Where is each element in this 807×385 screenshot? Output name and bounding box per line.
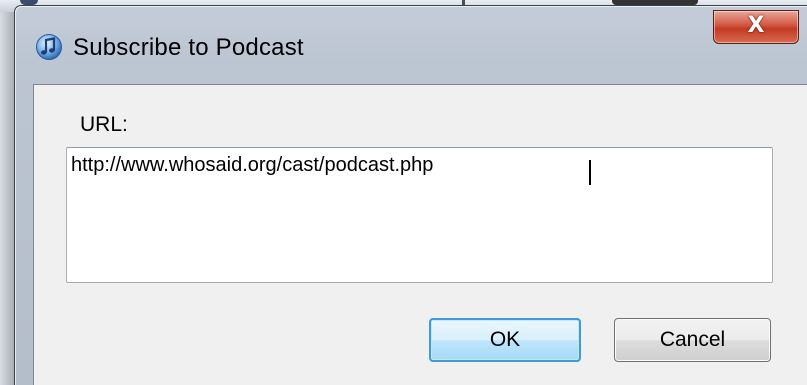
close-button[interactable]: X	[713, 10, 799, 44]
url-input[interactable]: http://www.whosaid.org/cast/podcast.php	[66, 147, 773, 283]
background-window-edge	[0, 12, 14, 385]
dialog-body: URL: http://www.whosaid.org/cast/podcast…	[33, 84, 807, 385]
close-icon: X	[747, 13, 765, 38]
text-caret	[589, 160, 591, 185]
itunes-icon	[35, 33, 63, 61]
subscribe-dialog: Subscribe to Podcast X URL: http://www.w…	[14, 5, 807, 385]
cancel-button[interactable]: Cancel	[614, 318, 771, 362]
dialog-title: Subscribe to Podcast	[73, 34, 304, 61]
title-bar[interactable]: Subscribe to Podcast X	[15, 6, 807, 76]
ok-button[interactable]: OK	[429, 318, 581, 362]
url-label: URL:	[80, 113, 128, 136]
